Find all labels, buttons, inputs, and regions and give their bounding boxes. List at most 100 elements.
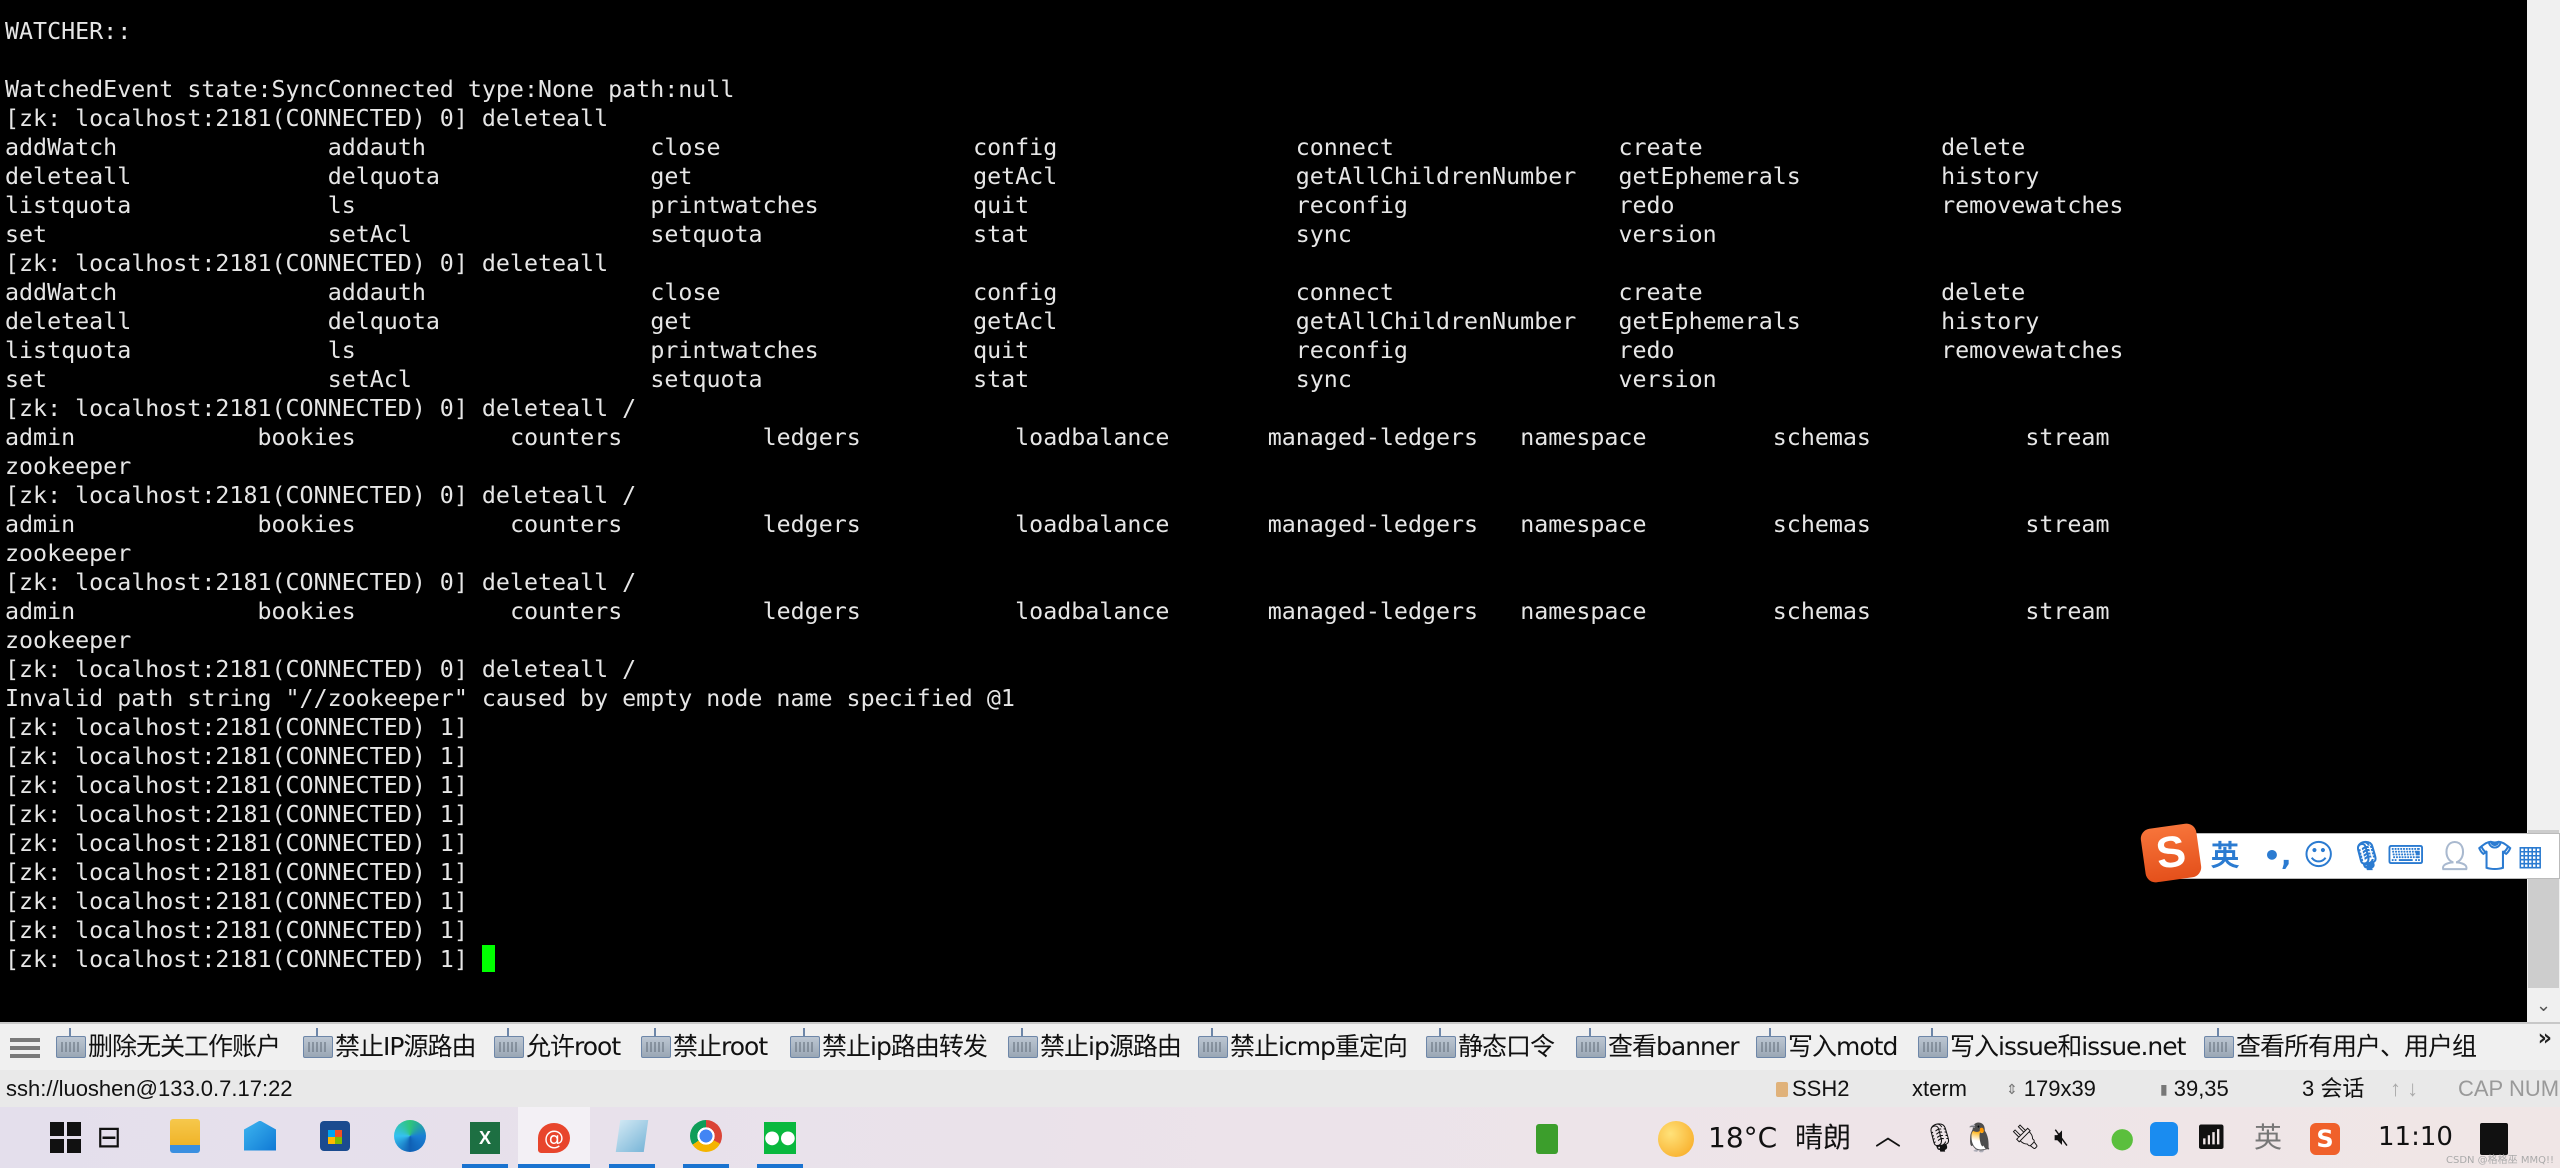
quick-command-label: 写入issue和issue.net	[1950, 1032, 2186, 1061]
terminal-cell: bookies	[257, 511, 356, 538]
running-indicator	[609, 1164, 655, 1168]
scroll-arrows[interactable]: ↑ ↓	[2390, 1070, 2418, 1107]
taskbar-app-task-view[interactable]: ⊟	[74, 1107, 144, 1168]
terminal-cell: stream	[2025, 598, 2110, 625]
cursor-position: ▮ 39,35	[2160, 1070, 2229, 1108]
connection-address: ssh://luoshen@133.0.7.17:22	[6, 1076, 293, 1101]
usb-icon[interactable]	[1536, 1107, 1558, 1168]
terminal-line: WATCHER::	[5, 17, 1015, 46]
terminal-line: [zk: localhost:2181(CONNECTED) 0] delete…	[5, 568, 1015, 597]
quick-command-button[interactable]: 静态口令	[1426, 1028, 1555, 1064]
terminal-line: Invalid path string "//zookeeper" caused…	[5, 684, 1015, 713]
taskbar-app-notepad[interactable]	[597, 1107, 667, 1168]
quick-command-label: 禁止icmp重定向	[1230, 1032, 1408, 1061]
keyboard-icon	[641, 1028, 671, 1058]
punctuation-toggle[interactable]: •,	[2263, 838, 2292, 874]
weather-widget[interactable]: 18°C 晴朗	[1658, 1107, 1851, 1168]
power-icon[interactable]: 🔌︎	[2010, 1107, 2040, 1168]
terminal-line: [zk: localhost:2181(CONNECTED) 1]	[5, 829, 1015, 858]
keyboard-icon	[1918, 1028, 1948, 1058]
terminal-line: addWatch addauth close config connect create d…	[5, 133, 2025, 162]
quick-command-button[interactable]: 写入issue和issue.net	[1918, 1028, 2186, 1064]
terminal-line: admin bookies counters ledgers loadbalance ma…	[5, 597, 2109, 626]
scroll-down-arrow[interactable]: ⌄	[2527, 990, 2560, 1022]
cursor-position-icon: ▮	[2160, 1081, 2168, 1097]
keyboard-icon	[1426, 1028, 1456, 1058]
terminal-cell: sync	[1295, 221, 1352, 248]
quick-command-button[interactable]: 查看banner	[1576, 1028, 1740, 1064]
keyboard-icon[interactable]: ⌨	[2387, 838, 2425, 874]
terminal-cell: counters	[510, 424, 623, 451]
terminal-text: [zk: localhost:2181(CONNECTED) 1]	[5, 946, 468, 973]
terminal-cell: get	[650, 308, 693, 335]
taskbar-app-file-explorer[interactable]	[150, 1107, 220, 1168]
tray-overflow-chevron[interactable]: ︿	[1875, 1107, 1901, 1168]
quick-command-button[interactable]: 写入motd	[1756, 1028, 1898, 1064]
terminal-text: WatchedEvent state:SyncConnected type:No…	[5, 76, 735, 103]
status-bar: ssh://luoshen@133.0.7.17:22 SSH2 xterm ⇕…	[0, 1070, 2560, 1107]
sogou-logo-icon[interactable]: S	[2139, 822, 2203, 884]
protocol-status: SSH2	[1776, 1070, 1849, 1107]
terminal-cell: delquota	[327, 163, 440, 190]
quick-command-button[interactable]: 禁止root	[641, 1028, 768, 1064]
terminal-cell: counters	[510, 511, 623, 538]
volume-muted-icon[interactable]: 🔇︎	[2054, 1107, 2069, 1168]
terminal-cell: ledgers	[762, 598, 861, 625]
sogou-tray-icon[interactable]: S	[2310, 1107, 2340, 1168]
network-icon[interactable]: 📶︎	[2196, 1107, 2226, 1168]
terminal-cell: setquota	[650, 221, 763, 248]
emoji-icon[interactable]: ☺	[2303, 838, 2334, 874]
quick-command-button[interactable]: 查看所有用户、用户组	[2204, 1028, 2477, 1064]
quick-command-label: 禁止ip路由转发	[822, 1032, 988, 1061]
clock[interactable]: 11:10	[2378, 1107, 2453, 1168]
quick-command-button[interactable]: 禁止ip源路由	[1008, 1028, 1182, 1064]
terminal-line: [zk: localhost:2181(CONNECTED) 1]	[5, 887, 1015, 916]
toolbar-overflow-button[interactable]: »	[2538, 1026, 2552, 1051]
qq-icon[interactable]: 🐧	[1962, 1107, 1997, 1168]
terminal-cell: bookies	[257, 598, 356, 625]
keyboard-icon	[2204, 1028, 2234, 1058]
ime-toolbar[interactable]: S 英 •, ☺ 🎙︎ ⌨ 👤︎ 👕︎ ▦	[2139, 822, 2560, 884]
quick-command-button[interactable]: 删除无关工作账户	[56, 1028, 281, 1064]
terminal-cell: addWatch	[5, 134, 118, 161]
user-icon[interactable]: 👤︎	[2437, 838, 2473, 874]
terminal-cell: getAcl	[973, 163, 1058, 190]
quick-command-button[interactable]: 禁止icmp重定向	[1198, 1028, 1408, 1064]
terminal-cell: set	[5, 366, 48, 393]
toolbox-icon[interactable]: ▦	[2517, 838, 2543, 874]
terminal-text: [zk: localhost:2181(CONNECTED) 1]	[5, 801, 468, 828]
skin-icon[interactable]: 👕︎	[2477, 838, 2513, 874]
taskbar-app-edge[interactable]	[375, 1107, 445, 1168]
quick-command-button[interactable]: 允许root	[494, 1028, 621, 1064]
weather-desc: 晴朗	[1795, 1121, 1852, 1154]
quick-command-button[interactable]: 禁止IP源路由	[303, 1028, 476, 1064]
taskbar-app-xshell[interactable]: @	[518, 1107, 590, 1168]
terminal-line: deleteall delquota get getAcl getAllChildren…	[5, 307, 2039, 336]
feishu-tray-icon[interactable]	[2150, 1107, 2178, 1168]
taskbar-app-store[interactable]	[300, 1107, 370, 1168]
quick-command-button[interactable]: 禁止ip路由转发	[790, 1028, 988, 1064]
chrome-icon	[690, 1119, 722, 1156]
terminal-cell: setAcl	[327, 221, 412, 248]
taskbar-app-excel[interactable]: X	[450, 1107, 520, 1168]
wechat-tray-icon[interactable]: ●	[2110, 1107, 2134, 1168]
taskbar-app-mail[interactable]	[225, 1107, 295, 1168]
ime-language-indicator[interactable]: 英	[2254, 1107, 2282, 1168]
microphone-icon[interactable]: 🎙︎	[1922, 1107, 1958, 1168]
terminal-text: [zk: localhost:2181(CONNECTED) 1]	[5, 917, 468, 944]
quick-command-label: 允许root	[526, 1032, 621, 1061]
taskbar-app-wechat[interactable]: ●●	[745, 1107, 815, 1168]
taskbar-app-chrome[interactable]	[671, 1107, 741, 1168]
terminal-cell: connect	[1295, 279, 1394, 306]
mic-icon[interactable]: 🎙︎	[2349, 838, 2385, 874]
terminal-cell: removewatches	[1941, 337, 2124, 364]
terminal-cell: setquota	[650, 366, 763, 393]
terminal-cell: loadbalance	[1015, 424, 1170, 451]
menu-icon[interactable]	[10, 1038, 40, 1058]
ime-mode-toggle[interactable]: 英	[2211, 838, 2239, 874]
keyboard-icon	[1756, 1028, 1786, 1058]
terminal-text: [zk: localhost:2181(CONNECTED) 1]	[5, 830, 468, 857]
weather-temp: 18°C	[1708, 1121, 1778, 1154]
terminal-cursor	[481, 945, 495, 972]
terminal-cell: version	[1618, 221, 1717, 248]
